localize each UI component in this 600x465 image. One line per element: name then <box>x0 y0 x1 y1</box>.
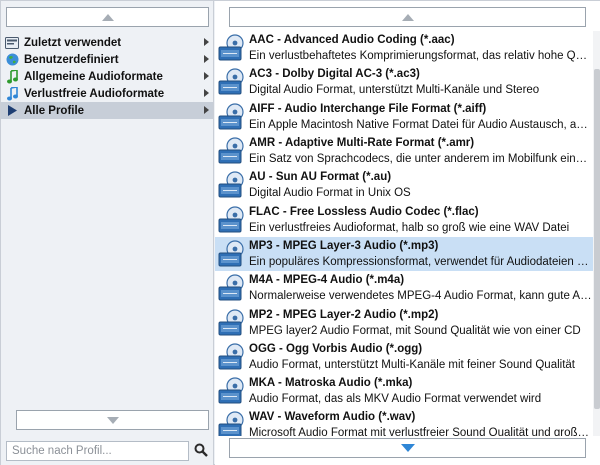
profile-search-input[interactable]: Suche nach Profil... <box>6 441 189 461</box>
category-label: Alle Profile <box>24 104 85 117</box>
format-title: MP2 - MPEG Layer-2 Audio (*.mp2) <box>249 308 439 321</box>
category-label: Zuletzt verwendet <box>24 36 122 49</box>
format-description: Digital Audio Format in Unix OS <box>249 187 411 200</box>
format-title: AAC - Advanced Audio Coding (*.aac) <box>249 34 455 47</box>
audio-format-icon <box>218 171 244 199</box>
format-text: OGG - Ogg Vorbis Audio (*.ogg) Audio Form… <box>249 341 593 373</box>
category-recent[interactable]: Zuletzt verwendet <box>1 34 213 51</box>
audio-format-icon <box>218 34 244 62</box>
format-pane: AAC - Advanced Audio Coding (*.aac) Ein v… <box>215 1 600 465</box>
format-row[interactable]: AIFF - Audio Interchange File Format (*.… <box>215 100 593 134</box>
audio-format-icon <box>218 377 244 405</box>
format-row[interactable]: MKA - Matroska Audio (*.mka) Audio Format… <box>215 374 593 408</box>
chevron-right-icon <box>204 55 209 63</box>
audio-format-icon <box>218 240 244 268</box>
format-row[interactable]: MP2 - MPEG Layer-2 Audio (*.mp2) MPEG lay… <box>215 305 593 339</box>
format-text: AIFF - Audio Interchange File Format (*.… <box>249 101 593 133</box>
format-text: AU - Sun AU Format (*.au) Digital Audio F… <box>249 169 593 201</box>
play-icon <box>5 104 19 118</box>
format-row[interactable]: MP3 - MPEG Layer-3 Audio (*.mp3) Ein popu… <box>215 236 593 272</box>
audio-format-icon <box>218 274 244 302</box>
format-text: MP2 - MPEG Layer-2 Audio (*.mp2) MPEG lay… <box>249 307 593 339</box>
format-title: FLAC - Free Lossless Audio Codec (*.flac… <box>249 205 479 218</box>
audio-format-icon <box>218 308 244 337</box>
format-text: AC3 - Dolby Digital AC-3 (*.ac3) Digital … <box>249 66 593 98</box>
format-scroll-up-button[interactable] <box>229 7 586 27</box>
format-description: Ein Satz von Sprachcodecs, die unter and… <box>249 153 593 166</box>
format-row[interactable]: AAC - Advanced Audio Coding (*.aac) Ein v… <box>215 31 593 65</box>
format-description: Normalerweise verwendetes MPEG-4 Audio F… <box>249 290 593 303</box>
category-scroll-down-button[interactable] <box>16 410 209 430</box>
music-note-icon <box>5 69 19 84</box>
audio-format-icon <box>218 68 244 96</box>
audio-format-icon <box>218 343 244 371</box>
format-row[interactable]: FLAC - Free Lossless Audio Codec (*.flac… <box>215 202 593 236</box>
category-pane: Zuletzt verwendet Benutzerdefiniert Allg… <box>1 1 214 465</box>
scrollbar-thumb[interactable] <box>594 69 600 409</box>
format-title: AMR - Adaptive Multi-Rate Format (*.amr) <box>249 137 475 150</box>
format-description: Ein verlustbehaftetes Komprimierungsform… <box>249 50 593 63</box>
format-row[interactable]: AC3 - Dolby Digital AC-3 (*.ac3) Digital … <box>215 65 593 99</box>
format-row[interactable]: M4A - MPEG-4 Audio (*.m4a) Normalerweise … <box>215 271 593 305</box>
format-title: AU - Sun AU Format (*.au) <box>249 171 392 184</box>
format-title: OGG - Ogg Vorbis Audio (*.ogg) <box>249 342 423 355</box>
format-text: M4A - MPEG-4 Audio (*.m4a) Normalerweise … <box>249 272 593 304</box>
format-description: Ein Apple Macintosh Native Format Datei … <box>249 118 593 131</box>
category-custom[interactable]: Benutzerdefiniert <box>1 51 213 68</box>
format-text: MP3 - MPEG Layer-3 Audio (*.mp3) Ein popu… <box>249 238 593 270</box>
format-text: FLAC - Free Lossless Audio Codec (*.flac… <box>249 204 593 236</box>
category-all-profiles[interactable]: Alle Profile <box>1 102 213 119</box>
format-title: AC3 - Dolby Digital AC-3 (*.ac3) <box>249 68 420 81</box>
search-icon[interactable] <box>194 443 208 457</box>
format-row[interactable]: WAV - Waveform Audio (*.wav) Microsoft Au… <box>215 408 593 436</box>
audio-format-icon <box>218 206 244 234</box>
audio-format-icon <box>218 137 244 165</box>
chevron-right-icon <box>204 72 209 80</box>
format-description: Ein verlustfreies Audioformat, halb so g… <box>249 221 570 234</box>
profile-selector-window: Zuletzt verwendet Benutzerdefiniert Allg… <box>0 0 600 465</box>
format-scroll-down-button[interactable] <box>229 438 586 458</box>
audio-format-icon <box>218 103 244 131</box>
category-label: Benutzerdefiniert <box>24 53 119 66</box>
music-note-icon <box>5 86 19 101</box>
arrow-up-icon <box>401 13 414 21</box>
category-scroll-up-button[interactable] <box>6 7 209 27</box>
format-title: MP3 - MPEG Layer-3 Audio (*.mp3) <box>249 239 439 252</box>
chevron-right-icon <box>204 106 209 114</box>
format-text: WAV - Waveform Audio (*.wav) Microsoft Au… <box>249 409 593 436</box>
format-list: AAC - Advanced Audio Coding (*.aac) Ein v… <box>215 31 593 436</box>
format-description: Audio Format, das als MKV Audio Format v… <box>249 393 542 406</box>
format-row[interactable]: AU - Sun AU Format (*.au) Digital Audio F… <box>215 168 593 202</box>
format-scrollbar[interactable] <box>593 31 600 436</box>
category-general-audio[interactable]: Allgemeine Audioformate <box>1 68 213 85</box>
format-description: Microsoft Audio Format mit verlustfreier… <box>249 427 593 436</box>
arrow-down-icon <box>106 416 119 424</box>
format-description: MPEG layer2 Audio Format, mit Sound Qual… <box>249 324 581 337</box>
format-title: AIFF - Audio Interchange File Format (*.… <box>249 102 487 115</box>
format-title: M4A - MPEG-4 Audio (*.m4a) <box>249 274 405 287</box>
globe-icon <box>5 53 19 67</box>
format-title: MKA - Matroska Audio (*.mka) <box>249 377 413 390</box>
format-row[interactable]: OGG - Ogg Vorbis Audio (*.ogg) Audio Form… <box>215 340 593 374</box>
category-label: Allgemeine Audioformate <box>24 70 163 83</box>
category-list: Zuletzt verwendet Benutzerdefiniert Allg… <box>1 34 213 119</box>
format-text: MKA - Matroska Audio (*.mka) Audio Format… <box>249 375 593 407</box>
format-description: Audio Format, unterstützt Multi-Kanäle m… <box>249 358 575 371</box>
arrow-down-icon <box>400 444 415 452</box>
chevron-right-icon <box>204 89 209 97</box>
format-description: Ein populäres Kompressionsformat, verwen… <box>249 255 593 268</box>
arrow-up-icon <box>101 13 114 21</box>
recent-icon <box>5 36 19 50</box>
audio-format-icon <box>218 411 244 436</box>
format-text: AAC - Advanced Audio Coding (*.aac) Ein v… <box>249 32 593 64</box>
format-text: AMR - Adaptive Multi-Rate Format (*.amr)… <box>249 135 593 167</box>
format-row[interactable]: AMR - Adaptive Multi-Rate Format (*.amr)… <box>215 134 593 168</box>
format-description: Digital Audio Format, unterstützt Multi-… <box>249 84 540 97</box>
chevron-right-icon <box>204 38 209 46</box>
category-label: Verlustfreie Audioformate <box>24 87 165 100</box>
format-title: WAV - Waveform Audio (*.wav) <box>249 411 416 424</box>
category-lossless-audio[interactable]: Verlustfreie Audioformate <box>1 85 213 102</box>
